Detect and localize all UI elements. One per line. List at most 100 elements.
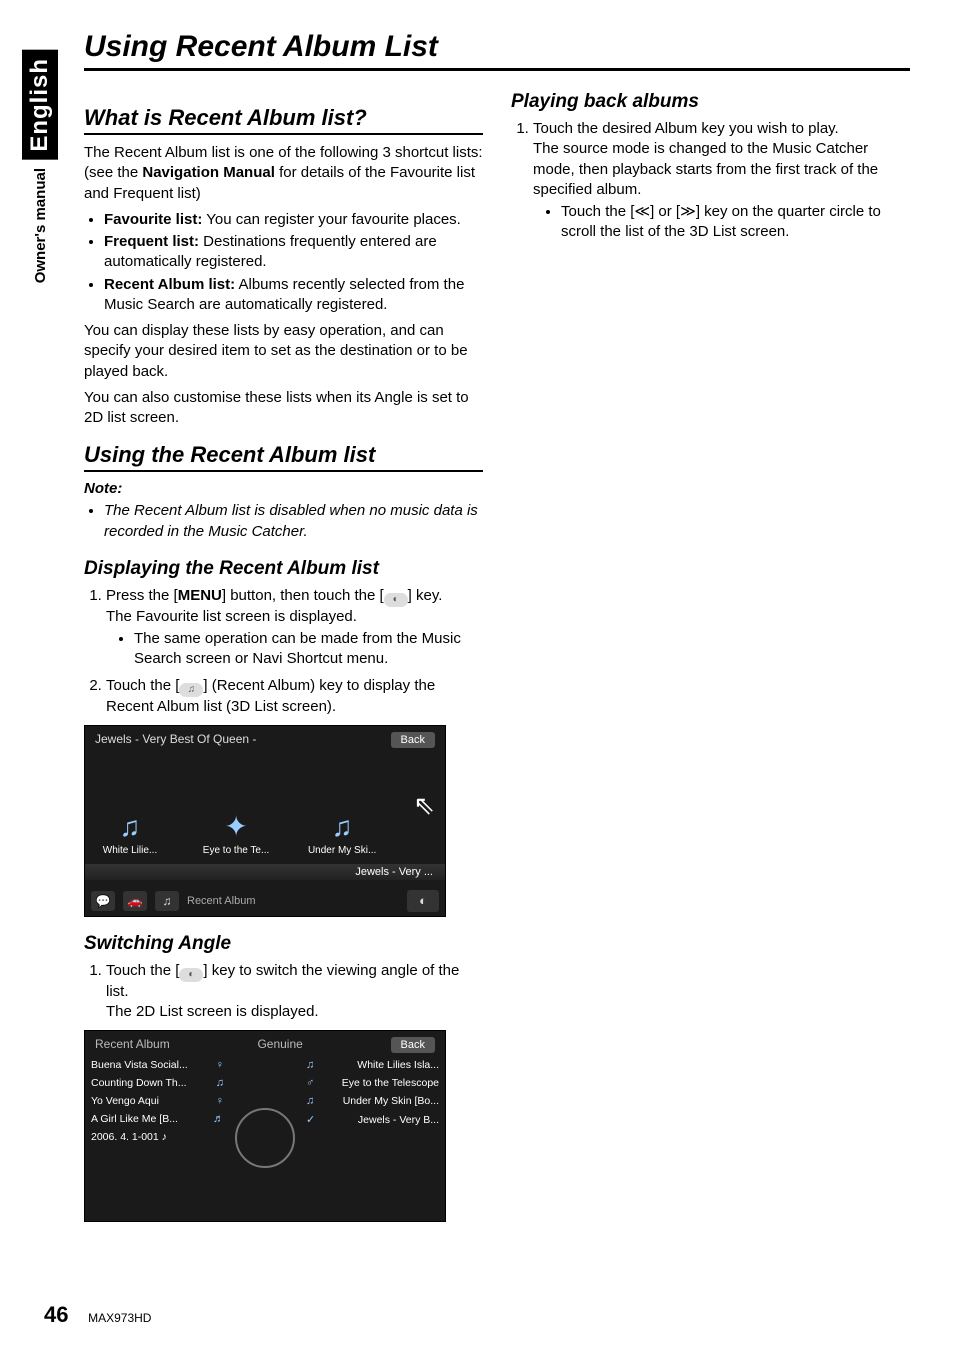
sc1-mid: ♫ White Lilie... ✦ Eye to the Te... ♫ Un… — [95, 756, 435, 860]
sc2-left: Buena Vista Social...♀ Counting Down Th.… — [85, 1055, 230, 1221]
album-icon: ✦ — [224, 810, 247, 843]
row-label: Jewels - Very B... — [358, 1114, 439, 1126]
right-steps: Touch the desired Album key you wish to … — [511, 119, 910, 243]
step-2: Touch the [] (Recent Album) key to displ… — [106, 676, 483, 717]
row-label: Yo Vengo Aqui — [91, 1095, 159, 1107]
list-item[interactable]: ✓ Jewels - Very B... — [306, 1113, 439, 1126]
bold-nav-manual: Navigation Manual — [142, 164, 275, 181]
sc1-title: Jewels - Very Best Of Queen - — [95, 732, 256, 748]
double-right-icon: ≫ — [680, 203, 696, 220]
sub1-heading: Displaying the Recent Album list — [84, 558, 483, 580]
section1-rule — [84, 133, 483, 135]
sub2-step1-post: The 2D List screen is displayed. — [106, 1002, 483, 1022]
cursor-arrow-icon: ⇖ — [413, 790, 435, 821]
album-label: Eye to the Te... — [203, 845, 270, 856]
shortcut-icon — [384, 593, 408, 607]
list-item: Favourite list: You can register your fa… — [104, 210, 483, 230]
section1-post2: You can also customise these lists when … — [84, 388, 483, 429]
right-sub-a: Touch the [ — [561, 203, 634, 220]
bullet-bold: Frequent list: — [104, 233, 199, 250]
columns: What is Recent Album list? The Recent Al… — [84, 91, 910, 1234]
list-item[interactable]: ♫Under My Skin [Bo... — [306, 1095, 439, 1107]
speech-icon[interactable]: 💬 — [91, 891, 115, 911]
list-item[interactable]: ♫ White Lilies Isla... — [306, 1059, 439, 1071]
sc1-back-button[interactable]: Back — [391, 732, 435, 748]
screenshot-3d-list: Jewels - Very Best Of Queen - Back ♫ Whi… — [84, 725, 446, 917]
list-item[interactable]: Counting Down Th...♫ — [91, 1077, 224, 1089]
step1-d: ] key. — [408, 587, 443, 604]
music-mode-icon[interactable]: ♫ — [155, 891, 179, 911]
row-icon: ♂ — [306, 1077, 314, 1089]
step-1: Press the [MENU] button, then touch the … — [106, 586, 483, 670]
step1-a: Press the [ — [106, 587, 178, 604]
step1-sub-bullets: The same operation can be made from the … — [106, 629, 483, 670]
model-label: MAX973HD — [88, 1311, 151, 1325]
sc2-top-center: Genuine — [257, 1037, 302, 1053]
page-number: 46 — [44, 1302, 68, 1327]
sc1-strip: Jewels - Very ... — [85, 864, 445, 880]
row-label: Under My Skin [Bo... — [343, 1095, 439, 1107]
list-item[interactable]: 2006. 4. 1-001 ♪ — [91, 1131, 224, 1143]
list-item[interactable]: A Girl Like Me [B... ♬ — [91, 1113, 224, 1125]
step2-a: Touch the [ — [106, 677, 179, 694]
screenshot-2d-list: Recent Album Genuine Back Buena Vista So… — [84, 1030, 446, 1222]
sub2-step1-a: Touch the [ — [106, 962, 179, 979]
row-icon: ✓ — [306, 1113, 315, 1126]
side-manual-label: Owner's manual — [30, 162, 51, 289]
sc1-header: Jewels - Very Best Of Queen - Back — [95, 732, 435, 748]
bullet-bold: Recent Album list: — [104, 276, 235, 293]
right-step1: Touch the desired Album key you wish to … — [533, 119, 910, 243]
section1-bullets: Favourite list: You can register your fa… — [84, 210, 483, 315]
left-column: What is Recent Album list? The Recent Al… — [84, 91, 483, 1234]
sc2-top: Recent Album Genuine Back — [95, 1037, 435, 1053]
row-icon: ♀ — [216, 1095, 224, 1107]
sc2-back-button[interactable]: Back — [391, 1037, 435, 1053]
scroll-circle[interactable] — [235, 1108, 295, 1168]
right-step1-text: Touch the desired Album key you wish to … — [533, 120, 839, 137]
row-icon: ♬ — [213, 1113, 224, 1125]
sc1-album[interactable]: ✦ Eye to the Te... — [201, 810, 271, 856]
list-item[interactable]: Yo Vengo Aqui ♀ — [91, 1095, 224, 1107]
list-item[interactable]: Buena Vista Social...♀ — [91, 1059, 224, 1071]
sc1-footer: 💬 🚗 ♫ Recent Album ◐ — [91, 890, 439, 912]
album-icon: ♫ — [332, 811, 353, 843]
sc1-album[interactable]: ♫ Under My Ski... — [307, 811, 377, 856]
title-rule — [84, 68, 910, 71]
row-label: Buena Vista Social... — [91, 1059, 188, 1071]
sc1-footer-label: Recent Album — [187, 895, 399, 907]
menu-bold: MENU — [178, 587, 222, 604]
row-label: A Girl Like Me [B... — [91, 1113, 178, 1125]
section1-post1: You can display these lists by easy oper… — [84, 321, 483, 382]
right-column: Playing back albums Touch the desired Al… — [511, 91, 910, 1234]
section2-rule — [84, 470, 483, 472]
list-item[interactable]: ♂ Eye to the Telescope — [306, 1077, 439, 1089]
side-tab: English Owner's manual — [18, 50, 62, 289]
section1-intro: The Recent Album list is one of the foll… — [84, 143, 483, 204]
right-sub-bullets: Touch the [≪] or [≫] key on the quarter … — [533, 202, 910, 243]
section1-heading: What is Recent Album list? — [84, 105, 483, 131]
bullet-text: You can register your favourite places. — [202, 211, 461, 228]
list-item: Recent Album list: Albums recently selec… — [104, 275, 483, 316]
step1-post: The Favourite list screen is displayed. — [106, 607, 483, 627]
section2-heading: Using the Recent Album list — [84, 442, 483, 468]
note-label: Note: — [84, 480, 483, 497]
sub2-steps: Touch the [] key to switch the viewing a… — [84, 961, 483, 1023]
angle-icon — [179, 968, 203, 982]
right-step1-post: The source mode is changed to the Music … — [533, 139, 910, 200]
sub1-steps: Press the [MENU] button, then touch the … — [84, 586, 483, 717]
sc2-top-label: Recent Album — [95, 1037, 170, 1053]
right-sub-bullet: Touch the [≪] or [≫] key on the quarter … — [561, 202, 910, 243]
sc1-album[interactable]: ♫ White Lilie... — [95, 811, 165, 856]
album-icon: ♫ — [120, 811, 141, 843]
row-icon: ♫ — [306, 1059, 314, 1071]
step1-sub: The same operation can be made from the … — [134, 629, 483, 670]
page-title-wrap: Using Recent Album List — [84, 30, 910, 71]
row-label: Eye to the Telescope — [342, 1077, 439, 1089]
car-icon[interactable]: 🚗 — [123, 891, 147, 911]
side-language: English — [22, 50, 58, 160]
sc2-center — [230, 1055, 300, 1221]
view-toggle-icon[interactable]: ◐ — [407, 890, 439, 912]
row-label: White Lilies Isla... — [357, 1059, 439, 1071]
album-label: Under My Ski... — [308, 845, 376, 856]
right-sub-b: ] or [ — [650, 203, 680, 220]
